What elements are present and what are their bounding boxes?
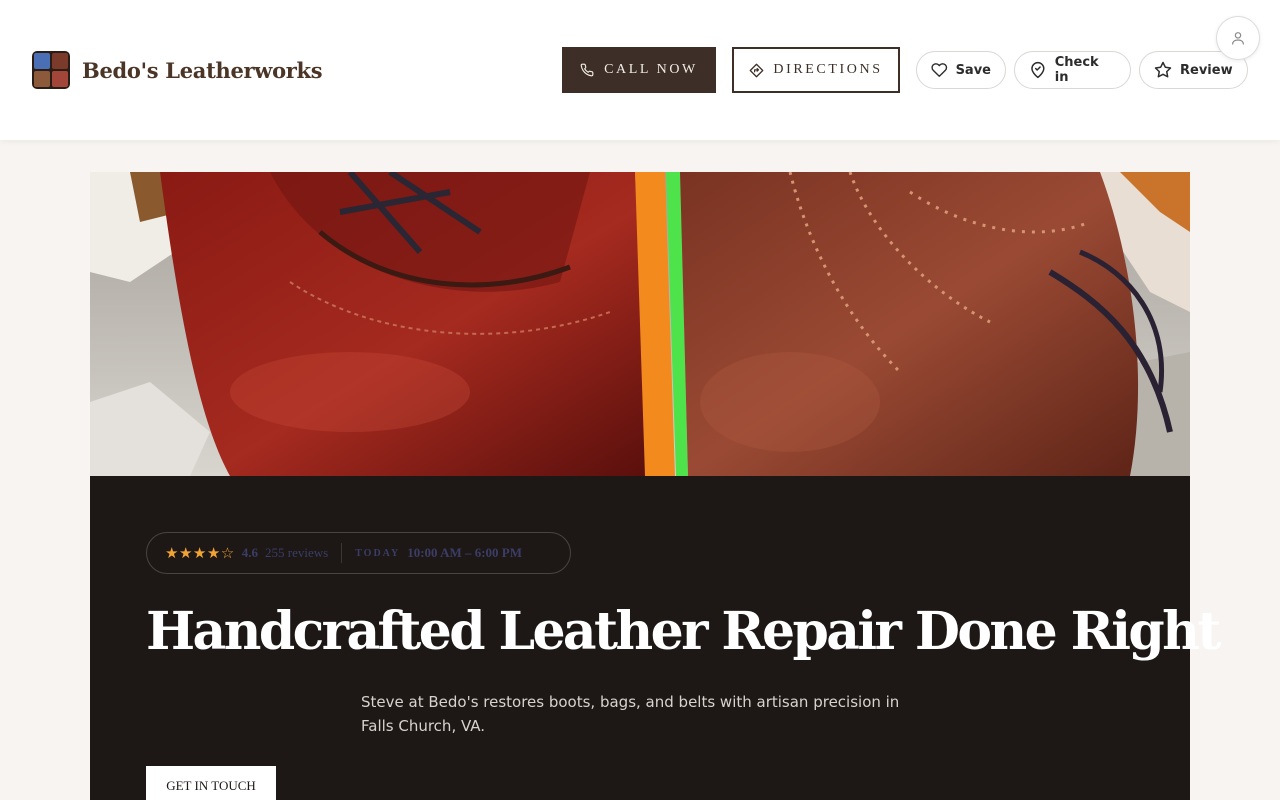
directions-icon: [750, 63, 764, 77]
save-label: Save: [955, 62, 991, 78]
brand[interactable]: Bedo's Leatherworks: [32, 51, 323, 89]
today-label: TODAY: [355, 547, 401, 559]
map-pin-icon: [1031, 61, 1045, 79]
hours-today: 10:00 AM – 6:00 PM: [407, 545, 523, 560]
check-in-button[interactable]: Check in: [1014, 51, 1131, 89]
call-now-label: CALL NOW: [604, 62, 698, 77]
user-icon: [1232, 32, 1244, 45]
heart-icon: [931, 63, 948, 77]
review-label: Review: [1180, 62, 1233, 78]
hero-subtitle: Steve at Bedo's restores boots, bags, an…: [361, 693, 900, 735]
directions-label: DIRECTIONS: [773, 62, 883, 77]
hero-panel: ★★★★☆ 4.6 255 reviews TODAY 10:00 AM – 6…: [90, 476, 1221, 800]
leather-shoes-photo: [90, 172, 1190, 476]
hero-title: Handcrafted Leather Repair Done Right: [146, 601, 1221, 662]
divider: [341, 543, 343, 563]
get-in-touch-button[interactable]: GET IN TOUCH: [146, 766, 276, 800]
phone-icon: [580, 63, 594, 77]
brand-name: Bedo's Leatherworks: [82, 57, 323, 83]
rating-value: 4.6: [241, 545, 258, 560]
check-in-label: Check in: [1054, 55, 1099, 85]
review-count[interactable]: 255 reviews: [265, 545, 328, 561]
get-in-touch-label: GET IN TOUCH: [166, 778, 256, 793]
call-now-button[interactable]: CALL NOW: [562, 47, 716, 93]
save-button[interactable]: Save: [916, 51, 1006, 89]
top-header: Bedo's Leatherworks CALL NOW DIRECTIONS …: [0, 0, 1280, 140]
rating-hours-pill: ★★★★☆ 4.6 255 reviews TODAY 10:00 AM – 6…: [146, 532, 571, 574]
user-account-button[interactable]: [1216, 16, 1260, 60]
star-icon: [1154, 61, 1172, 78]
hero-image: [90, 172, 1190, 476]
star-rating-icon: ★★★★☆: [165, 544, 235, 562]
directions-button[interactable]: DIRECTIONS: [732, 47, 900, 93]
brand-logo: [32, 51, 70, 89]
